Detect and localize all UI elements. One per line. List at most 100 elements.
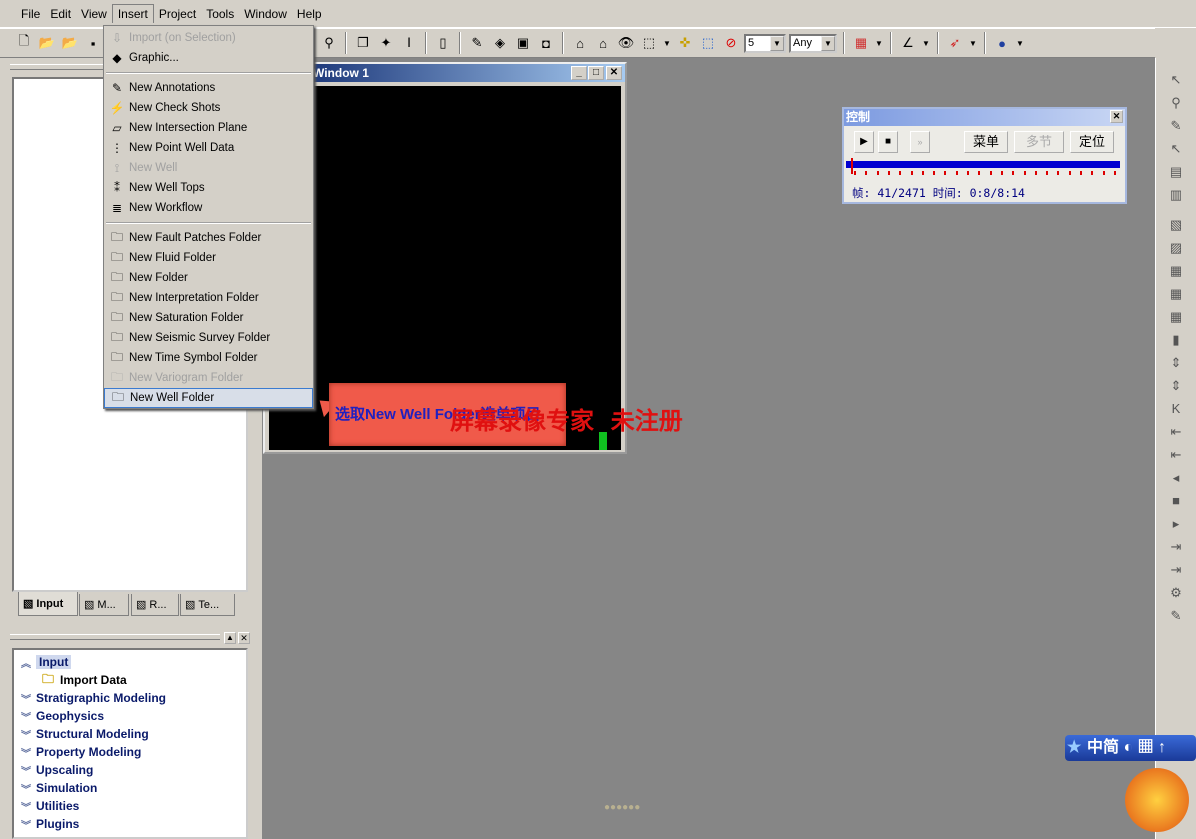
tool-icon[interactable]: ⇕ [1165,355,1187,375]
tool-icon[interactable]: ✎ [1165,118,1187,138]
menu-window[interactable]: Window [239,5,292,23]
tool-icon[interactable]: ⚙ [1165,585,1187,605]
tool-icon[interactable]: ✎ [1165,608,1187,628]
dropdown-icon[interactable]: ▼ [968,33,978,53]
tool-icon[interactable]: ⚲ [1165,95,1187,115]
workflow-item-upscaling[interactable]: ︾ Upscaling [16,761,246,779]
new-star-icon[interactable]: ✦ [376,33,396,53]
tool-icon[interactable]: ▤ [1165,164,1187,184]
new-window-icon[interactable]: ▯ [433,33,453,53]
workflow-item-stratigraphic-modeling[interactable]: ︾ Stratigraphic Modeling [16,689,246,707]
home-icon[interactable]: ⌂ [570,33,590,53]
camera-icon[interactable]: ◘ [536,33,556,53]
workflow-item-geophysics[interactable]: ︾ Geophysics [16,707,246,725]
control-title-bar[interactable]: 控制 ✕ [844,109,1125,126]
tool-icon[interactable]: ▦ [1165,286,1187,306]
menu-item-new-fluid-folder[interactable]: 🗀 New Fluid Folder [104,248,313,268]
tool-icon[interactable]: K [1165,401,1187,421]
globe-icon[interactable]: ● [992,33,1012,53]
workflow-item-utilities[interactable]: ︾ Utilities [16,797,246,815]
menu-edit[interactable]: Edit [45,5,76,23]
axis-icon[interactable]: ∠ [898,33,918,53]
tool-icon[interactable]: ▸ [1165,516,1187,536]
size-combo[interactable]: 5 ▼ [744,33,786,53]
copy-icon[interactable]: ❐ [353,33,373,53]
progress-slider[interactable] [846,161,1120,168]
workflow-item-input[interactable]: ︽ Input [16,653,246,671]
tab-te[interactable]: ▧ Te... [180,594,235,616]
split-icon[interactable]: Ⅰ [399,33,419,53]
dropdown-icon[interactable]: ▼ [921,33,931,53]
tool-icon[interactable]: ▦ [1165,309,1187,329]
menu-item-new-fault-patches-folder[interactable]: 🗀 New Fault Patches Folder [104,228,313,248]
stop-button[interactable]: ■ [878,131,898,153]
tool-icon[interactable]: ⇥ [1165,539,1187,559]
tab-m[interactable]: ▧ M... [79,594,129,616]
save-icon[interactable]: ▪ [83,33,103,53]
close-panel-button[interactable]: ✕ [238,632,250,644]
menu-button[interactable]: 菜单 [964,131,1008,153]
multi-section-button[interactable]: 多节 [1014,131,1064,153]
tool-icon[interactable]: ▮ [1165,332,1187,352]
menu-item-new-folder[interactable]: 🗀 New Folder [104,268,313,288]
tool-icon[interactable]: ▦ [1165,263,1187,283]
window-title-bar[interactable]: Window 1 _ □ ✕ [265,64,625,82]
workflow-item-simulation[interactable]: ︾ Simulation [16,779,246,797]
fast-forward-button[interactable]: » [910,131,930,153]
tab-input[interactable]: ▧ Input [18,592,78,616]
menu-item-new-well[interactable]: ⟟ New Well [104,158,313,178]
menu-item-new-time-symbol-folder[interactable]: 🗀 New Time Symbol Folder [104,348,313,368]
open-project-icon[interactable]: 📂 [60,33,80,53]
menu-insert[interactable]: Insert [111,4,154,23]
cube-icon[interactable]: ⬚ [698,33,718,53]
menu-item-new-check-shots[interactable]: ⚡ New Check Shots [104,98,313,118]
menu-item-new-point-well-data[interactable]: ⋮ New Point Well Data [104,138,313,158]
layers-icon[interactable]: ▣ [513,33,533,53]
menu-help[interactable]: Help [292,5,327,23]
sun-mascot-icon[interactable] [1125,768,1189,832]
workflow-item-import-data[interactable]: 🗀 Import Data [16,671,246,689]
menu-tools[interactable]: Tools [201,5,239,23]
menu-view[interactable]: View [76,5,112,23]
menu-item-new-well-folder[interactable]: 🗀 New Well Folder [104,388,313,408]
menu-item-new-workflow[interactable]: ≣ New Workflow [104,198,313,218]
paint-icon[interactable]: ◈ [490,33,510,53]
tool-icon[interactable]: ⇤ [1165,424,1187,444]
menu-item-new-annotations[interactable]: ✎ New Annotations [104,78,313,98]
workflow-item-property-modeling[interactable]: ︾ Property Modeling [16,743,246,761]
maximize-panel-button[interactable]: ▲ [224,632,236,644]
menu-item-import-on-selection[interactable]: ⇩ Import (on Selection) [104,28,313,48]
menu-item-new-well-tops[interactable]: ⁑ New Well Tops [104,178,313,198]
locate-button[interactable]: 定位 [1070,131,1114,153]
dropdown-icon[interactable]: ▼ [1015,33,1025,53]
tool-icon[interactable]: ◂ [1165,470,1187,490]
play-button[interactable]: ▶ [854,131,874,153]
menu-item-graphic[interactable]: ◆ Graphic... [104,48,313,68]
minimize-button[interactable]: _ [571,66,587,80]
tool-icon[interactable]: ▨ [1165,240,1187,260]
ime-toolbar[interactable]: ★ 中简 ◐ ▦ ↑ [1065,735,1196,761]
dropdown-icon[interactable]: ▼ [662,33,672,53]
tab-r[interactable]: ▧ R... [131,594,179,616]
menu-item-new-interpretation-folder[interactable]: 🗀 New Interpretation Folder [104,288,313,308]
menu-item-new-saturation-folder[interactable]: 🗀 New Saturation Folder [104,308,313,328]
menu-project[interactable]: Project [154,5,201,23]
tool-icon[interactable]: ↖ [1165,72,1187,92]
tool-icon[interactable]: ⇤ [1165,447,1187,467]
tool-icon[interactable]: ⇕ [1165,378,1187,398]
menu-item-new-intersection-plane[interactable]: ▱ New Intersection Plane [104,118,313,138]
color-table-icon[interactable]: ▦ [851,33,871,53]
eye-icon[interactable]: 👁 [616,33,636,53]
no-icon[interactable]: ⊘ [721,33,741,53]
open-icon[interactable]: 📂 [37,33,57,53]
menu-item-new-seismic-survey-folder[interactable]: 🗀 New Seismic Survey Folder [104,328,313,348]
new-icon[interactable]: 🗋 [14,33,34,53]
binoculars-icon[interactable]: ⚲ [319,33,339,53]
tool-icon[interactable]: ⇥ [1165,562,1187,582]
compass-icon[interactable]: ➶ [945,33,965,53]
tool-icon[interactable]: ■ [1165,493,1187,513]
any-combo[interactable]: Any ▼ [789,33,837,53]
home-edit-icon[interactable]: ⌂ [593,33,613,53]
menu-file[interactable]: File [16,5,45,23]
target-icon[interactable]: ✜ [675,33,695,53]
